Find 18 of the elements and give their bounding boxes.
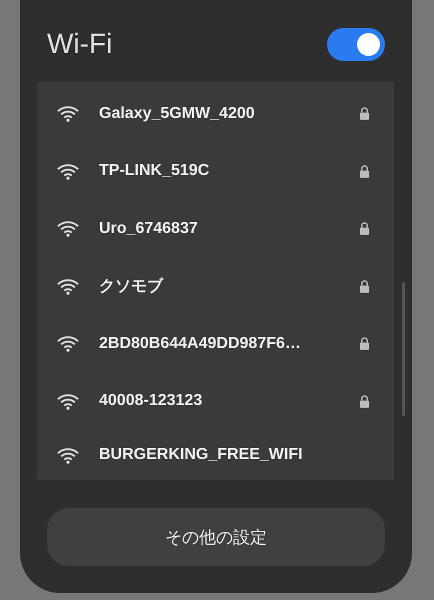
network-item[interactable]: 2BD80B644A49DD987F6… bbox=[37, 315, 394, 372]
wifi-signal-icon bbox=[57, 392, 79, 410]
network-item[interactable]: Uro_6746837 bbox=[37, 200, 394, 258]
network-item[interactable]: Galaxy_5GMW_4200 bbox=[37, 85, 394, 142]
wifi-signal-icon bbox=[57, 105, 79, 122]
network-item[interactable]: 40008-123123 bbox=[37, 372, 394, 430]
network-item[interactable]: BURGERKING_FREE_WIFI bbox=[37, 430, 394, 480]
network-item[interactable]: クソモブ bbox=[37, 258, 394, 315]
more-settings-button[interactable]: その他の設定 bbox=[47, 508, 385, 566]
wifi-toggle[interactable] bbox=[327, 28, 385, 60]
wifi-signal-icon bbox=[57, 278, 79, 295]
scrollbar[interactable] bbox=[402, 282, 405, 416]
wifi-signal-icon bbox=[57, 446, 79, 464]
network-item[interactable]: TP-LINK_519C bbox=[37, 142, 394, 200]
wifi-signal-icon bbox=[57, 162, 79, 180]
panel-title: Wi-Fi bbox=[47, 28, 112, 60]
wifi-signal-icon bbox=[57, 335, 79, 352]
wifi-signal-icon bbox=[57, 220, 79, 238]
